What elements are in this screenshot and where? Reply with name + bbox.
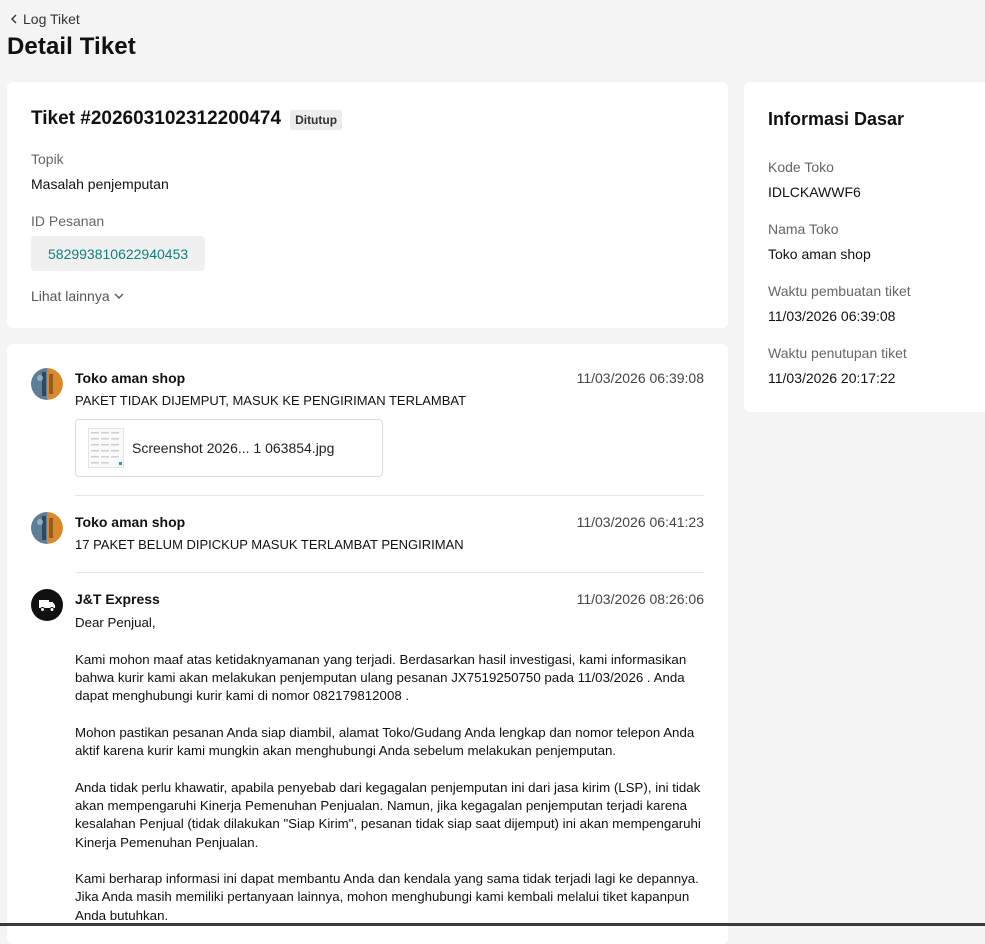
basic-info-card: Informasi Dasar Kode Toko IDLCKAWWF6 Nam… — [744, 82, 985, 412]
message-time: 11/03/2026 06:39:08 — [576, 370, 704, 386]
order-id-link[interactable]: 582993810622940453 — [31, 236, 206, 271]
message-paragraph: Kami berharap informasi ini dapat memban… — [75, 871, 699, 923]
delivery-truck-icon — [39, 600, 55, 612]
message-time: 11/03/2026 06:41:23 — [576, 514, 704, 530]
closed-time-value: 11/03/2026 20:17:22 — [768, 370, 896, 386]
created-time-label: Waktu pembuatan tiket — [768, 283, 911, 299]
message-paragraph: Anda tidak perlu khawatir, apabila penye… — [75, 779, 701, 850]
closed-time-label: Waktu penutupan tiket — [768, 345, 907, 361]
topic-label: Topik — [31, 151, 64, 167]
basic-info-title: Informasi Dasar — [768, 109, 905, 129]
chevron-down-icon — [114, 293, 124, 299]
message-paragraph: Kami mohon maaf atas ketidaknyamanan yan… — [75, 651, 687, 704]
order-id-label: ID Pesanan — [31, 213, 105, 229]
topic-value: Masalah penjemputan — [31, 176, 169, 192]
back-link[interactable]: Log Tiket — [10, 11, 80, 27]
ticket-summary-card: Tiket #202603102312200474 Ditutup Topik … — [7, 82, 728, 328]
page-title: Detail Tiket — [7, 33, 136, 60]
message-sender: Toko aman shop — [75, 370, 186, 386]
avatar — [31, 368, 63, 400]
message-divider — [75, 572, 704, 573]
message-divider — [75, 495, 704, 496]
back-link-label: Log Tiket — [23, 11, 80, 27]
image-thumbnail-icon — [88, 428, 124, 468]
chevron-left-icon — [11, 14, 17, 24]
avatar — [31, 589, 63, 621]
status-badge: Ditutup — [290, 110, 343, 130]
attachment-file[interactable]: Screenshot 2026... 1 063854.jpg — [75, 419, 383, 477]
message-time: 11/03/2026 08:26:06 — [576, 591, 704, 607]
ticket-header: Tiket #202603102312200474 Ditutup — [31, 108, 343, 130]
see-more-label: Lihat lainnya — [31, 288, 110, 304]
message-text: 17 PAKET BELUM DIPICKUP MASUK TERLAMBAT … — [75, 537, 464, 552]
message-sender: Toko aman shop — [75, 514, 186, 530]
message-sender: J&T Express — [75, 591, 160, 607]
message-text: PAKET TIDAK DIJEMPUT, MASUK KE PENGIRIMA… — [75, 393, 467, 408]
created-time-value: 11/03/2026 06:39:08 — [768, 308, 896, 324]
store-name-value: Toko aman shop — [768, 246, 871, 262]
avatar — [31, 512, 63, 544]
store-code-label: Kode Toko — [768, 159, 834, 175]
message-paragraph: Mohon pastikan pesanan Anda siap diambil… — [75, 724, 695, 759]
store-code-value: IDLCKAWWF6 — [768, 184, 861, 200]
ticket-title: Tiket #202603102312200474 — [31, 108, 282, 129]
message-thread: Toko aman shop 11/03/2026 06:39:08 PAKET… — [7, 344, 728, 944]
message-paragraph: Dear Penjual, — [75, 615, 156, 630]
store-name-label: Nama Toko — [768, 221, 839, 237]
message-body: Dear Penjual, Kami mohon maaf atas ketid… — [75, 614, 705, 943]
see-more-toggle[interactable]: Lihat lainnya — [31, 288, 124, 304]
attachment-filename: Screenshot 2026... 1 063854.jpg — [132, 440, 335, 456]
